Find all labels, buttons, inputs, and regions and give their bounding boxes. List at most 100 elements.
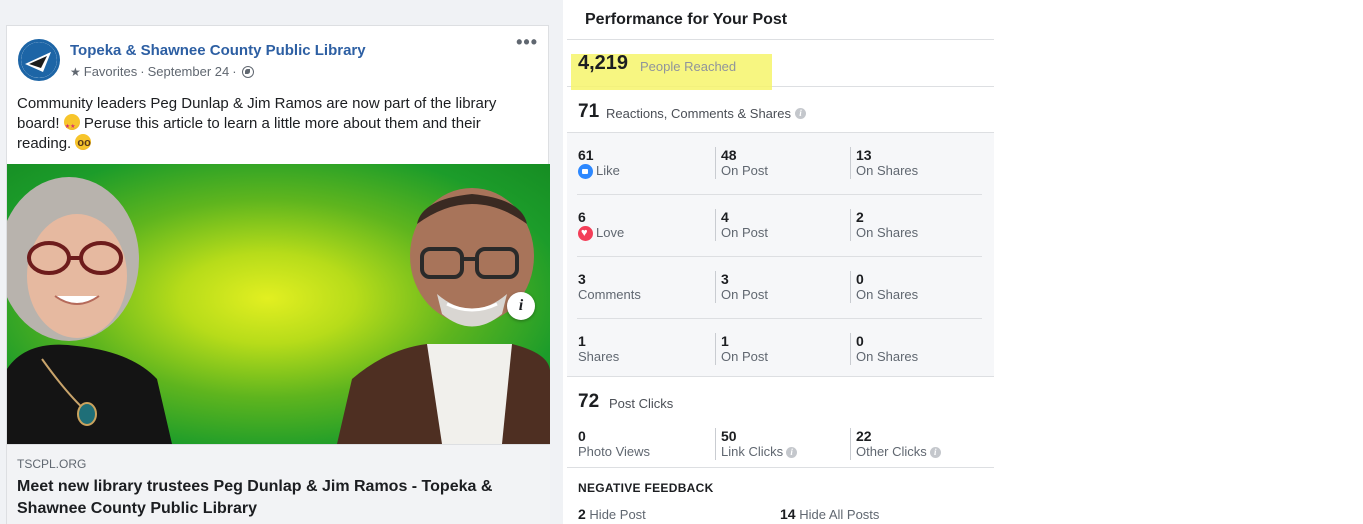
post-meta: ★ Favorites · September 24 · <box>70 64 254 79</box>
shares-cell: 1 Shares <box>578 333 619 365</box>
reactions-breakdown: 61 Like 48 On Post 13 On Shares 6 Love 4… <box>567 132 994 377</box>
reactions-value: 71 <box>578 101 600 122</box>
hide-all-label: Hide All Posts <box>799 507 880 522</box>
comments-on-post-value: 3 <box>721 271 729 287</box>
link-clicks-cell: 50 Link Clicks i <box>715 428 798 460</box>
performance-panel: Performance for Your Post 4,219 People R… <box>567 0 994 524</box>
page-avatar[interactable] <box>18 39 60 81</box>
comments-on-post-cell: 3 On Post <box>715 271 768 303</box>
trustees-photo <box>7 177 550 444</box>
comments-label: Comments <box>578 287 641 302</box>
love-total: 6 <box>578 209 586 225</box>
library-logo-icon <box>21 42 57 78</box>
comments-cell: 3 Comments <box>578 271 641 303</box>
post-clicks-value: 72 <box>578 391 600 412</box>
hide-post-value: 2 <box>578 506 586 522</box>
post-date-link[interactable]: September 24 <box>148 64 230 79</box>
post-text-line1: Community leaders Peg Dunlap & Jim Ramos… <box>17 95 497 112</box>
post-text: Community leaders Peg Dunlap & Jim Ramos… <box>17 94 542 154</box>
comments-on-post-label: On Post <box>721 287 768 302</box>
info-tooltip-icon[interactable]: i <box>786 446 798 458</box>
post-text-line2a: board! <box>17 115 64 132</box>
other-clicks-cell: 22 Other Clicks i <box>850 428 941 460</box>
comments-total: 3 <box>578 271 586 287</box>
like-on-shares-label: On Shares <box>856 163 919 178</box>
love-on-post-value: 4 <box>721 209 729 225</box>
love-icon <box>578 225 593 241</box>
like-icon <box>578 163 593 179</box>
link-domain: TSCPL.ORG <box>17 457 87 471</box>
page-name-link[interactable]: Topeka & Shawnee County Public Library <box>70 42 366 59</box>
shares-on-post-cell: 1 On Post <box>715 333 768 365</box>
nerd-face-emoji-icon <box>75 133 92 153</box>
post-clicks-row: 72 Post Clicks <box>567 378 994 423</box>
like-on-post-label: On Post <box>721 163 768 178</box>
love-on-shares-value: 2 <box>856 209 864 225</box>
link-preview[interactable]: TSCPL.ORG Meet new library trustees Peg … <box>7 444 550 524</box>
post-text-line2b: Peruse this article to learn a little mo… <box>79 115 481 132</box>
like-on-post-cell: 48 On Post <box>715 147 768 179</box>
shares-on-post-value: 1 <box>721 333 729 349</box>
performance-header: Performance for Your Post <box>567 0 994 40</box>
shares-label: Shares <box>578 349 620 364</box>
breakdown-row-like: 61 Like 48 On Post 13 On Shares <box>577 133 982 195</box>
post-card: Topeka & Shawnee County Public Library ★… <box>6 25 550 524</box>
reactions-row: 71 Reactions, Comments & Shares i <box>567 88 994 133</box>
love-label: Love <box>596 225 625 240</box>
love-on-shares-label: On Shares <box>856 225 919 240</box>
comments-on-shares-value: 0 <box>856 271 864 287</box>
globe-icon <box>241 65 254 78</box>
like-on-shares-value: 13 <box>856 147 872 163</box>
reactions-label: Reactions, Comments & Shares <box>606 106 791 121</box>
star-struck-emoji-icon <box>63 114 80 137</box>
shares-total: 1 <box>578 333 586 349</box>
post-clicks-label: Post Clicks <box>609 396 674 411</box>
like-cell: 61 Like <box>578 147 620 179</box>
post-clicks-section: 72 Post Clicks 0 Photo Views 50 Link Cli… <box>567 378 994 468</box>
reactions-label-wrap: Reactions, Comments & Shares i <box>606 106 806 121</box>
people-reached-label: People Reached <box>640 59 737 74</box>
info-tooltip-icon[interactable]: i <box>794 108 806 119</box>
link-clicks-label: Link Clicks <box>721 444 784 459</box>
star-icon: ★ <box>70 64 81 79</box>
hide-all-value: 14 <box>780 506 796 522</box>
hide-post-stat: 2 Hide Post <box>578 506 646 522</box>
link-title[interactable]: Meet new library trustees Peg Dunlap & J… <box>17 476 537 520</box>
blank-area <box>994 0 1363 524</box>
info-tooltip-icon[interactable]: i <box>929 446 941 458</box>
comments-on-shares-label: On Shares <box>856 287 919 302</box>
shares-on-post-label: On Post <box>721 349 768 364</box>
post-panel: Topeka & Shawnee County Public Library ★… <box>0 0 563 524</box>
like-total: 61 <box>578 147 594 163</box>
post-photo[interactable] <box>7 164 550 444</box>
love-on-post-cell: 4 On Post <box>715 209 768 241</box>
other-clicks-value: 22 <box>856 428 872 444</box>
link-clicks-value: 50 <box>721 428 737 444</box>
like-on-shares-cell: 13 On Shares <box>850 147 918 179</box>
breakdown-row-shares: 1 Shares 1 On Post 0 On Shares <box>577 319 982 381</box>
info-icon[interactable]: i <box>507 292 535 320</box>
love-cell: 6 Love <box>578 209 624 241</box>
comments-on-shares-cell: 0 On Shares <box>850 271 918 303</box>
post-text-line3: reading. <box>17 135 76 152</box>
hide-all-posts-stat: 14 Hide All Posts <box>780 506 879 522</box>
like-on-post-value: 48 <box>721 147 737 163</box>
shares-on-shares-cell: 0 On Shares <box>850 333 918 365</box>
meta-separator: · <box>140 64 145 79</box>
shares-on-shares-value: 0 <box>856 333 864 349</box>
more-options-icon[interactable]: ••• <box>516 32 538 53</box>
photo-views-label: Photo Views <box>578 444 651 459</box>
breakdown-row-comments: 3 Comments 3 On Post 0 On Shares <box>577 257 982 319</box>
audience-label: Favorites <box>83 64 138 79</box>
people-reached-value: 4,219 <box>578 52 629 74</box>
breakdown-row-love: 6 Love 4 On Post 2 On Shares <box>577 195 982 257</box>
shares-on-shares-label: On Shares <box>856 349 919 364</box>
meta-separator-2: · <box>232 64 237 79</box>
hide-post-label: Hide Post <box>589 507 646 522</box>
photo-views-cell: 0 Photo Views <box>578 428 650 460</box>
negative-feedback-title: NEGATIVE FEEDBACK <box>578 481 714 495</box>
people-reached-row: 4,219 People Reached <box>567 41 994 90</box>
love-on-shares-cell: 2 On Shares <box>850 209 918 241</box>
love-on-post-label: On Post <box>721 225 768 240</box>
other-clicks-label: Other Clicks <box>856 444 927 459</box>
